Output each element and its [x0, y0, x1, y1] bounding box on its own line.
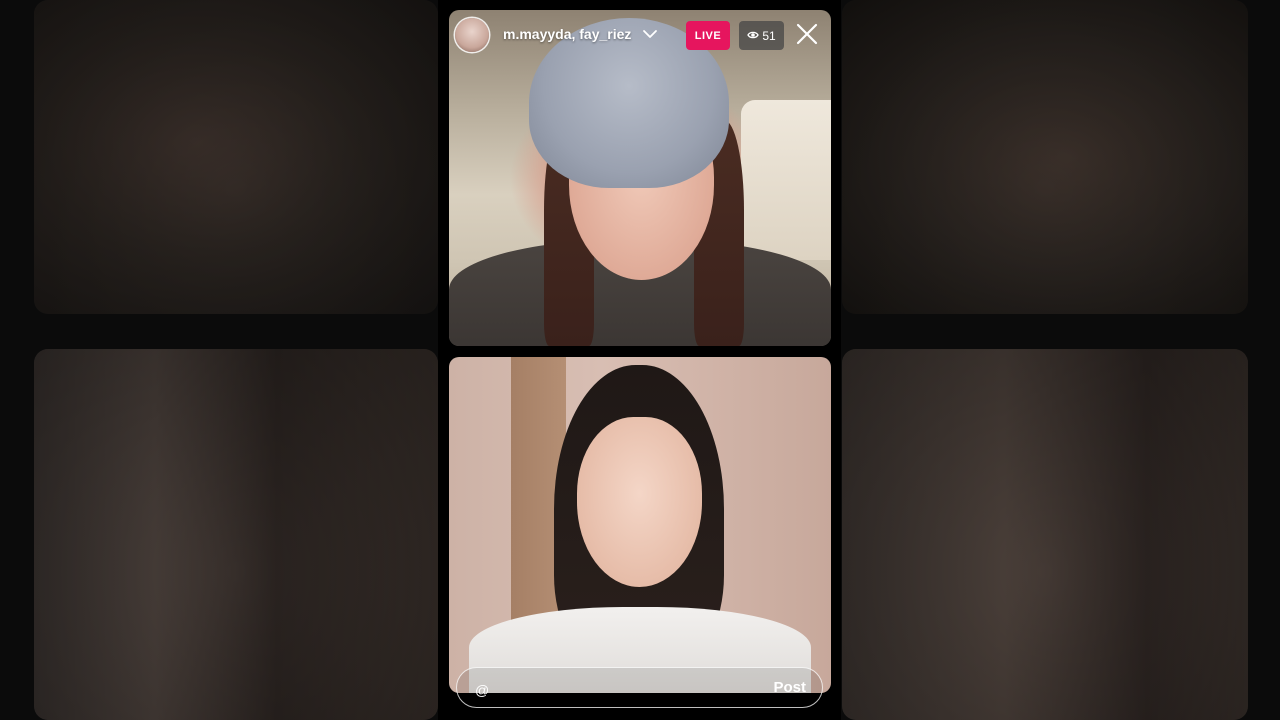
chevron-down-icon[interactable] — [642, 26, 658, 42]
blurred-background-top-left — [34, 0, 438, 314]
live-header: m.mayyda, fay_riez LIVE 51 — [449, 10, 831, 62]
comment-input[interactable] — [473, 679, 737, 701]
eye-icon — [747, 29, 760, 43]
comment-bar: Post — [456, 667, 823, 708]
phone-frame: m.mayyda, fay_riez LIVE 51 @ Post — [438, 0, 841, 720]
broadcaster-usernames[interactable]: m.mayyda, fay_riez — [503, 26, 631, 42]
post-button[interactable]: Post — [773, 679, 806, 696]
close-button[interactable] — [794, 23, 820, 49]
blurred-background-bottom-left — [34, 349, 438, 720]
profile-avatar[interactable] — [455, 18, 489, 52]
viewer-count-badge[interactable]: 51 — [739, 21, 784, 50]
viewer-count: 51 — [762, 28, 776, 43]
blurred-background-top-right — [842, 0, 1248, 314]
live-stream-screen: m.mayyda, fay_riez LIVE 51 @ Post — [0, 0, 1280, 720]
live-badge: LIVE — [686, 21, 730, 50]
blurred-background-bottom-right — [842, 349, 1248, 720]
guest-video — [449, 357, 831, 693]
close-icon — [796, 23, 818, 50]
